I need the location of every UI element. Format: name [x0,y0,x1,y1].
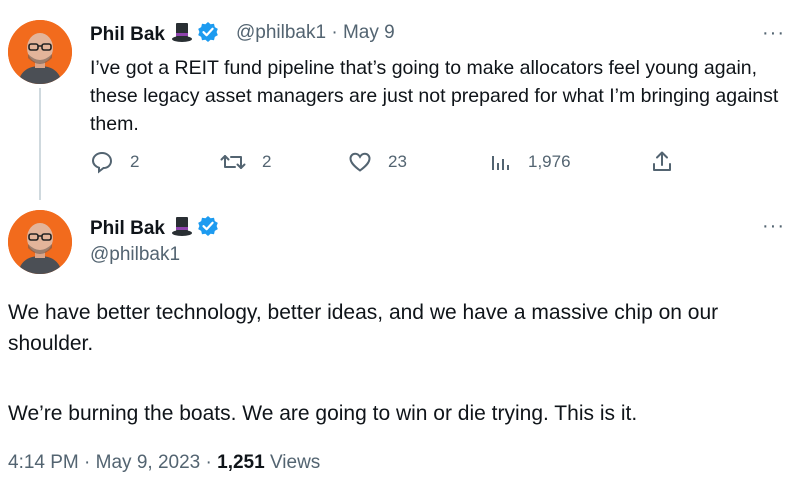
heart-icon [349,152,371,172]
bar-chart-icon [492,156,509,170]
tweet-paragraph: We’re burning the boats. We are going to… [8,402,638,425]
retweet-button[interactable]: 2 [220,150,271,174]
tweet-text: I’ve got a REIT fund pipeline that’s goi… [90,57,779,135]
separator: · [84,452,91,473]
retweet-icon [220,155,246,169]
retweet-count: 2 [262,152,272,171]
separator: · [331,22,338,43]
like-count: 23 [388,152,407,171]
author-name[interactable]: Phil Bak [90,215,219,243]
tweet-full-date[interactable]: May 9, 2023 [96,452,201,473]
views-count: 1,251 [217,452,265,473]
verified-badge-icon [197,215,219,243]
verified-badge-icon [197,21,219,49]
author-name[interactable]: Phil Bak [90,21,219,49]
tweet-date[interactable]: May 9 [343,22,395,43]
author-handle[interactable]: @philbak1 [236,22,326,43]
views-count: 1,976 [528,152,571,171]
views-button[interactable]: 1,976 [490,150,571,174]
avatar[interactable] [8,210,72,274]
separator: · [205,452,212,473]
thread-line [39,88,41,200]
tweet-time[interactable]: 4:14 PM [8,452,79,473]
views-label: Views [269,452,321,473]
share-icon [653,151,671,171]
avatar[interactable] [8,20,72,84]
author-handle[interactable]: @philbak1 [90,244,180,266]
handle-and-date: @philbak1 · May 9 [236,22,395,44]
share-button[interactable] [650,150,690,174]
tweet-meta: 4:14 PM · May 9, 2023 · 1,251 Views [8,452,320,474]
like-button[interactable]: 23 [348,150,407,174]
more-options-button[interactable]: ··· [762,215,785,238]
reply-button[interactable]: 2 [90,150,139,174]
reply-count: 2 [130,152,140,171]
tweet-paragraph: We have better technology, better ideas,… [8,301,719,355]
top-hat-emoji-icon [171,21,193,49]
tweet-actions: 2 2 23 1,976 [90,150,690,178]
reply-icon [91,151,113,174]
more-options-button[interactable]: ··· [762,22,785,45]
top-hat-emoji-icon [171,215,193,243]
